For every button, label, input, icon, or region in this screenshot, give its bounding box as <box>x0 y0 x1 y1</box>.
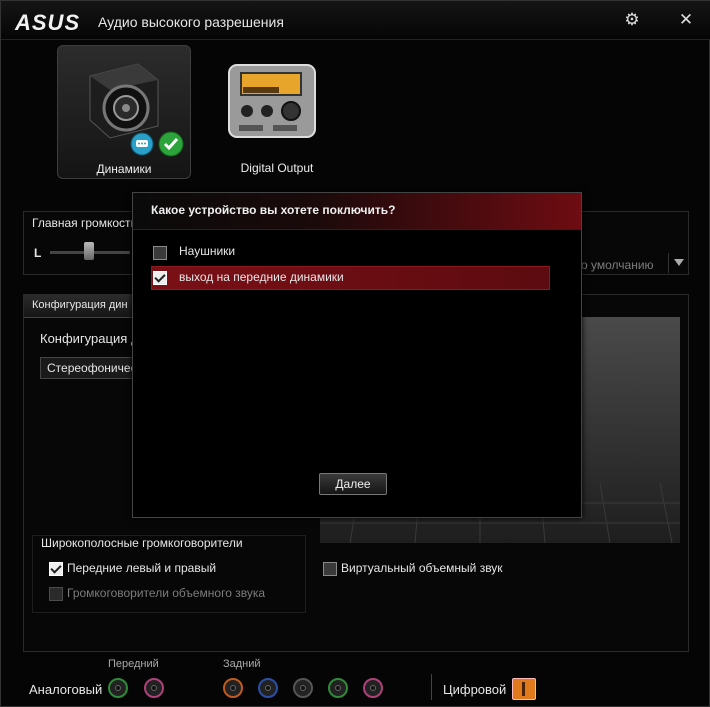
rear-green-jack[interactable] <box>328 678 348 698</box>
front-lr-checkbox[interactable] <box>49 562 63 576</box>
dialog-title: Какое устройство вы хотете поключить? <box>151 203 396 217</box>
volume-label: Главная громкость <box>32 216 137 230</box>
rear-orange-jack[interactable] <box>223 678 243 698</box>
config-tab-label: Конфигурация дин <box>32 299 128 311</box>
rear-jacks-label: Задний <box>223 658 261 670</box>
speaker-config-select[interactable]: Стереофоничес <box>40 357 142 379</box>
dialog-header: Какое устройство вы хотете поключить? <box>133 193 581 230</box>
digital-output-jack[interactable] <box>512 678 536 700</box>
wideband-group: Широкополосные громкоговорители Передние… <box>32 535 306 613</box>
front-green-jack[interactable] <box>108 678 128 698</box>
virtual-surround-label: Виртуальный объемный звук <box>341 561 503 575</box>
speaker-config-select-value: Стереофоничес <box>47 361 137 375</box>
front-speakers-label: выход на передние динамики <box>179 270 344 284</box>
analog-label: Аналоговый <box>29 682 103 697</box>
front-speakers-checkbox[interactable] <box>153 271 167 285</box>
volume-slider-thumb[interactable] <box>84 242 94 260</box>
device-select-dialog: Какое устройство вы хотете поключить? На… <box>132 192 582 518</box>
checkmark-icon <box>158 131 184 157</box>
device-speakers-label: Динамики <box>96 162 152 176</box>
app-title: Аудио высокого разрешения <box>98 14 284 30</box>
option-headphones[interactable]: Наушники <box>151 241 551 263</box>
config-tab[interactable]: Конфигурация дин <box>24 295 134 318</box>
digital-jack-slot <box>522 682 525 696</box>
headphones-label: Наушники <box>179 244 236 258</box>
virtual-surround-checkbox[interactable] <box>323 562 337 576</box>
volume-left-label: L <box>34 246 42 260</box>
digital-label: Цифровой <box>443 682 507 697</box>
default-setting-label: о умолчанию <box>581 258 654 272</box>
default-dropdown-arrow[interactable] <box>668 253 689 273</box>
device-digital-output-tile[interactable]: Digital Output <box>211 45 343 177</box>
headphones-checkbox[interactable] <box>153 246 167 260</box>
config-section-label: Конфигурация д <box>40 331 139 346</box>
device-digital-output-label: Digital Output <box>240 161 314 175</box>
front-pink-jack[interactable] <box>144 678 164 698</box>
digital-output-icon <box>228 64 316 138</box>
title-bar: ASUS Аудио высокого разрешения ⚙ ✕ <box>1 1 710 40</box>
close-icon[interactable]: ✕ <box>677 11 695 29</box>
rear-pink-jack[interactable] <box>363 678 383 698</box>
front-lr-label: Передние левый и правый <box>67 561 217 575</box>
surround-label: Громкоговорители объемного звука <box>67 586 266 600</box>
rear-black-jack[interactable] <box>293 678 313 698</box>
device-speakers-tile[interactable]: Динамики <box>57 45 191 179</box>
chat-icon <box>130 132 154 156</box>
app-window: ASUS Аудио высокого разрешения ⚙ ✕ Динам… <box>0 0 710 707</box>
chevron-down-icon <box>674 259 684 266</box>
surround-checkbox[interactable] <box>49 587 63 601</box>
front-jacks-label: Передний <box>108 658 159 670</box>
gear-icon[interactable]: ⚙ <box>623 11 641 29</box>
next-button[interactable]: Далее <box>319 473 387 495</box>
asus-logo: ASUS <box>15 10 81 35</box>
rear-blue-jack[interactable] <box>258 678 278 698</box>
speaker-icon <box>89 63 159 139</box>
option-front-speakers[interactable]: выход на передние динамики <box>151 266 550 290</box>
wideband-title: Широкополосные громкоговорители <box>41 536 243 550</box>
footer-divider <box>431 674 432 700</box>
